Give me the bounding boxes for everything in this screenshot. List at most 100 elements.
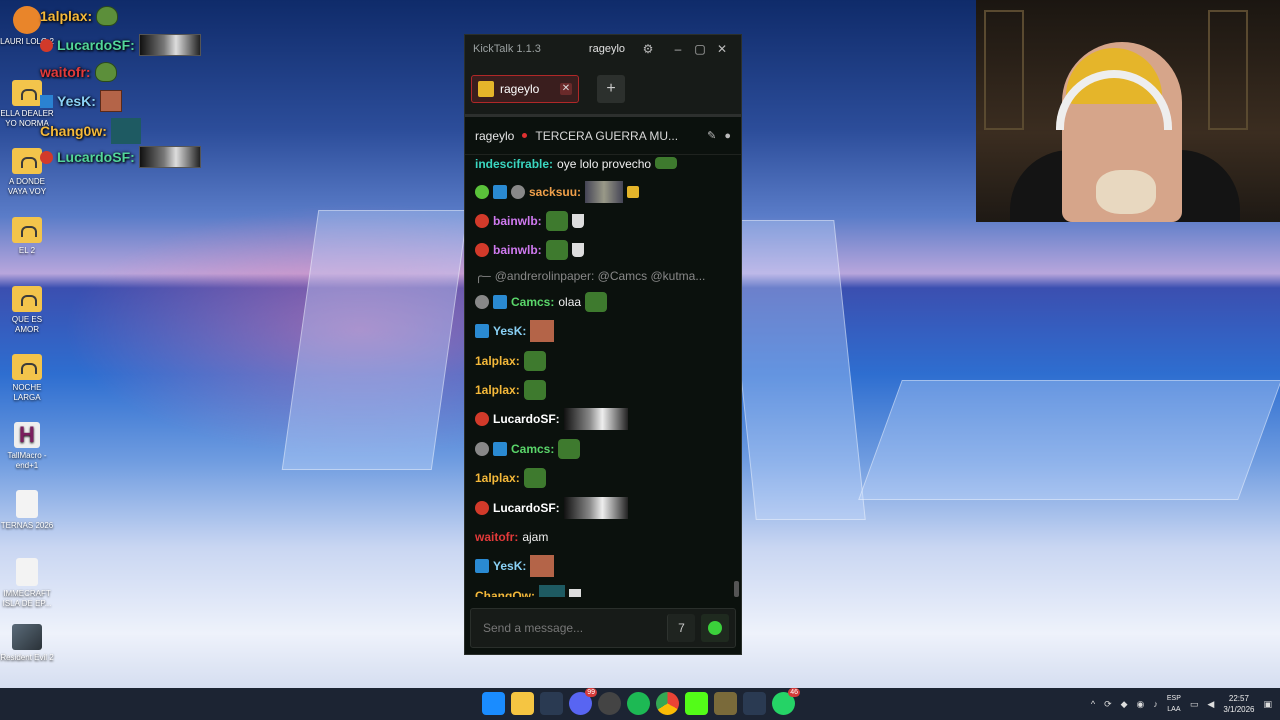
message-text: ajam (522, 529, 549, 544)
overlay-username: LucardoSF: (57, 149, 135, 165)
file-explorer-icon[interactable] (511, 692, 534, 715)
microphone-icon[interactable]: ♪ (1153, 699, 1158, 709)
chat-message: Camcs: (475, 434, 733, 463)
chat-messages[interactable]: indescifrable: oye lolo provecho sacksuu… (465, 157, 741, 597)
username[interactable]: LucardoSF: (493, 412, 560, 426)
emote-icon (585, 291, 608, 312)
username[interactable]: bainwlb: (493, 214, 542, 228)
chevron-up-icon[interactable]: ^ (1091, 699, 1095, 709)
username[interactable]: Camcs: (511, 295, 554, 309)
title-bar: KickTalk 1.1.3 rageylo ⚙ – ▢ ✕ (465, 35, 741, 63)
emote-icon (558, 438, 581, 459)
taskbar: 99 46 ^ ⟳ ◆ ◉ ♪ ESP LAA ▭ ◀ 22:57 3/1/20… (0, 688, 1280, 720)
pepe-emote-icon (523, 468, 546, 489)
obs-icon[interactable] (598, 692, 621, 715)
username[interactable]: 1alplax: (475, 354, 520, 368)
chrome-icon[interactable] (656, 692, 679, 715)
chat-message: 1alplax: (475, 346, 733, 375)
username[interactable]: ChangOw: (475, 589, 535, 597)
badge-icon (475, 243, 489, 258)
emote-icon (585, 180, 624, 203)
emote-icon (627, 185, 640, 198)
language-indicator[interactable]: ESP LAA (1167, 693, 1181, 715)
whatsapp-icon[interactable]: 46 (772, 688, 800, 715)
emote-icon (655, 157, 678, 169)
maximize-icon[interactable]: ▢ (689, 42, 711, 56)
spotify-icon[interactable] (627, 692, 650, 715)
username[interactable]: LucardoSF: (493, 501, 560, 515)
pin-icon[interactable]: ✎ (707, 129, 716, 142)
chat-message: ChangOw: (475, 581, 733, 597)
kick-emote-button[interactable] (701, 614, 729, 642)
macro-h-icon: H (14, 422, 40, 448)
username[interactable]: waitofr: (475, 530, 518, 544)
username[interactable]: sacksuu: (529, 185, 581, 199)
steam-icon[interactable] (540, 692, 563, 715)
username[interactable]: indescifrable: (475, 157, 553, 171)
background-window (984, 10, 1024, 130)
shield-icon[interactable]: ◆ (1121, 699, 1128, 710)
chat-tabs: rageylo ✕ + (465, 63, 741, 117)
chat-message: Camcs: olaa (475, 287, 733, 316)
desktop-icon-ternas[interactable]: TERNAS 2026 (0, 490, 54, 531)
network-icon[interactable]: ▭ (1190, 699, 1199, 710)
chat-message: LucardoSF: (475, 405, 733, 434)
user-icon[interactable]: ● (724, 130, 731, 142)
7tv-emote-button[interactable]: 7 (667, 614, 695, 642)
close-tab-icon[interactable]: ✕ (560, 82, 572, 95)
username[interactable]: Camcs: (511, 442, 554, 456)
chat-message: waitofr: ajam (475, 522, 733, 551)
add-tab-button[interactable]: + (597, 74, 625, 103)
badge-icon (40, 150, 53, 164)
desktop-icon-resident-evil[interactable]: Resident Evil 2 (0, 624, 54, 663)
sword-badge-icon (493, 184, 507, 199)
minimize-icon[interactable]: – (667, 42, 689, 56)
desktop-icon-tallmacro[interactable]: H TallMacro - end+1 (0, 422, 54, 471)
desktop-icon-el-2[interactable]: EL 2 (0, 217, 54, 256)
document-icon (16, 558, 38, 586)
teal-emote-icon (539, 584, 565, 597)
desktop-icon-que-es-amor[interactable]: QUE ES AMOR (0, 286, 54, 335)
start-windows-icon[interactable] (482, 692, 505, 715)
steam-icon[interactable] (743, 692, 766, 715)
username[interactable]: bainwlb: (493, 243, 542, 257)
chat-message: 1alplax: (475, 464, 733, 493)
username[interactable]: YesK: (493, 559, 526, 573)
message-input[interactable] (483, 621, 661, 635)
wide-emote-icon (563, 408, 628, 431)
badge-icon (475, 214, 489, 229)
overlay-username: 1alplax: (40, 8, 93, 24)
minecraft-icon[interactable] (714, 692, 737, 715)
vpn-icon[interactable]: ◉ (1137, 699, 1145, 710)
tab-rageylo[interactable]: rageylo ✕ (471, 74, 579, 103)
notification-icon[interactable]: ▣ (1263, 699, 1272, 710)
pepe-emote-icon (523, 380, 546, 401)
whatsapp-badge: 46 (788, 688, 800, 697)
overlay-chat-line: YesK: (40, 90, 122, 112)
taskbar-apps: 99 46 (482, 688, 800, 715)
clock[interactable]: 22:57 3/1/2026 (1223, 693, 1254, 715)
current-user[interactable]: rageylo (589, 43, 625, 55)
desktop-icon-noche-larga[interactable]: NOCHE LARGA (0, 354, 54, 403)
kicktalk-icon[interactable] (685, 692, 708, 715)
settings-gear-icon[interactable]: ⚙ (637, 42, 659, 56)
close-icon[interactable]: ✕ (711, 42, 733, 56)
chat-scrollbar[interactable] (734, 581, 739, 597)
discord-badge: 99 (585, 688, 597, 697)
badge-icon (475, 500, 489, 515)
sync-icon[interactable]: ⟳ (1104, 699, 1112, 710)
wide-emote-icon (138, 34, 201, 56)
chat-message: bainwlb: (475, 236, 733, 265)
game-icon (12, 624, 42, 650)
desktop-icon-immecraft[interactable]: IMMECRAFT ISLA DE EP... (0, 558, 54, 609)
chat-message: LucardoSF: (475, 493, 733, 522)
volume-icon[interactable]: ◀ (1207, 699, 1214, 710)
background-window (1208, 10, 1248, 130)
username[interactable]: YesK: (493, 324, 526, 338)
username[interactable]: 1alplax: (475, 471, 520, 485)
sub-badge-icon (475, 441, 489, 456)
discord-icon[interactable]: 99 (569, 688, 597, 715)
overlay-chat-line: 1alplax: (40, 6, 119, 26)
username[interactable]: 1alplax: (475, 383, 520, 397)
reply-preview[interactable]: ╭─ @andrerolinpaper: @Camcs @kutma... (475, 265, 733, 287)
